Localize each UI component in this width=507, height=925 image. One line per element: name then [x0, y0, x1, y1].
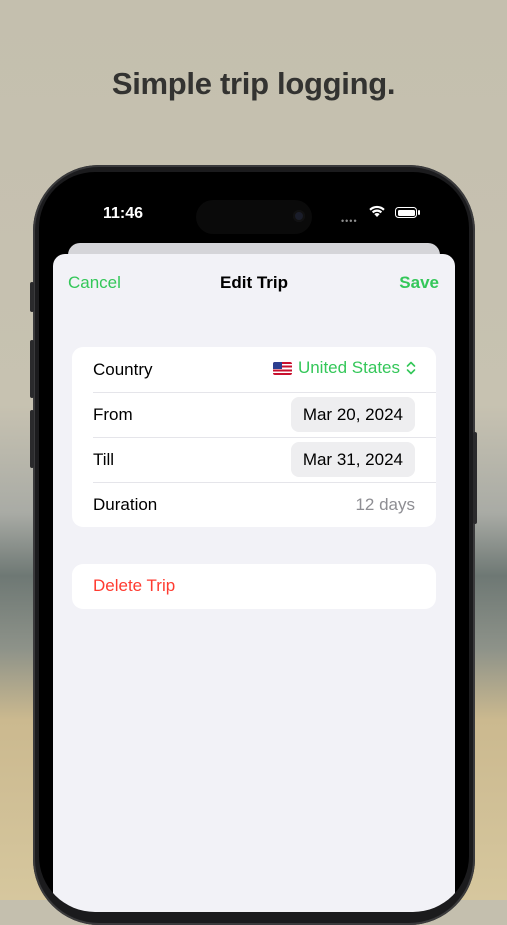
country-label: Country [93, 360, 153, 379]
phone-screen: 11:46 •••• Cancel Edit Trip Save Country… [39, 172, 469, 912]
delete-group: Delete Trip [72, 564, 436, 609]
save-button[interactable]: Save [399, 273, 439, 293]
battery-icon [395, 207, 417, 218]
country-row: Country United States [72, 347, 436, 392]
phone-side-button [30, 340, 34, 398]
chevron-up-down-icon [406, 361, 416, 375]
till-date-picker[interactable]: Mar 31, 2024 [290, 442, 415, 477]
us-flag-icon [272, 361, 292, 375]
camera-icon [293, 210, 305, 222]
trip-details-group: Country United States From Mar 20, 2024 … [72, 347, 436, 527]
edit-trip-sheet: Cancel Edit Trip Save Country United Sta… [53, 254, 455, 912]
till-row: Till Mar 31, 2024 [72, 437, 436, 482]
country-picker[interactable]: United States [272, 358, 416, 378]
duration-label: Duration [93, 495, 158, 514]
marketing-headline: Simple trip logging. [111, 66, 396, 101]
duration-value: 12 days [355, 495, 415, 514]
delete-trip-button[interactable]: Delete Trip [93, 576, 175, 596]
phone-side-button [30, 282, 34, 312]
from-row: From Mar 20, 2024 [72, 392, 436, 437]
till-label: Till [93, 450, 115, 469]
phone-side-button [30, 410, 34, 468]
cancel-button[interactable]: Cancel [68, 273, 121, 293]
country-value: United States [297, 358, 400, 377]
duration-row: Duration 12 days [72, 482, 436, 527]
status-time: 11:46 [103, 205, 144, 222]
battery-tip [418, 210, 420, 215]
wifi-icon [369, 205, 385, 217]
phone-side-button [473, 432, 477, 524]
from-label: From [93, 405, 133, 424]
from-date-picker[interactable]: Mar 20, 2024 [290, 397, 415, 432]
signal-dots-icon: •••• [341, 216, 358, 226]
